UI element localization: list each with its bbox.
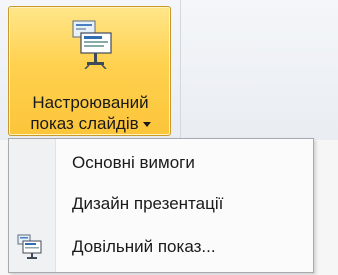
ribbon-separator <box>180 0 181 140</box>
menu-item-custom-show[interactable]: Довільний показ... <box>10 227 312 267</box>
button-label-line1: Настроюваний <box>32 93 149 112</box>
custom-slide-show-icon <box>72 20 112 69</box>
menu-item-basic-requirements[interactable]: Основні вимоги <box>10 143 312 183</box>
custom-slide-show-button[interactable]: Настроюваний показ слайдів <box>8 6 171 136</box>
button-label-line2: показ слайдів <box>9 114 172 134</box>
menu-item-label: Довільний показ... <box>72 237 216 256</box>
chevron-down-icon <box>142 122 151 128</box>
custom-slide-show-dropdown: Основні вимоги Дизайн презентації Довіль… <box>8 138 314 273</box>
menu-item-label: Основні вимоги <box>72 153 195 172</box>
custom-show-icon <box>17 234 42 259</box>
menu-item-presentation-design[interactable]: Дизайн презентації <box>10 184 312 224</box>
button-label-line2-text: показ слайдів <box>30 114 139 133</box>
menu-item-label: Дизайн презентації <box>72 194 224 213</box>
